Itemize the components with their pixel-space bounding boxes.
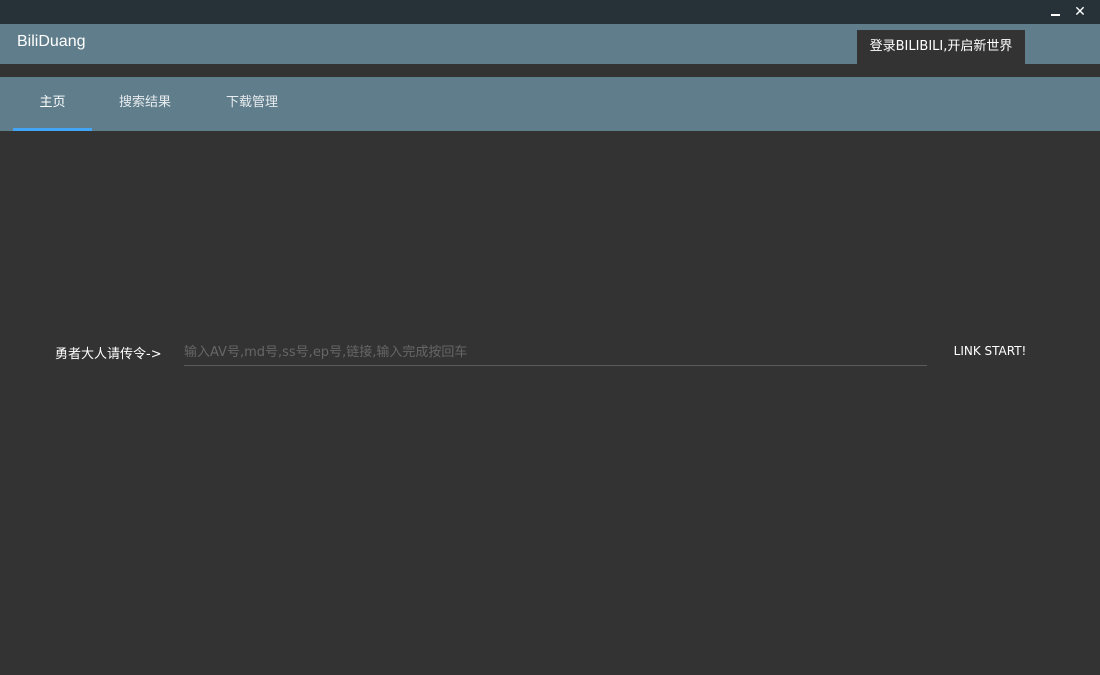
tab-download-manager[interactable]: 下载管理 — [212, 77, 292, 131]
home-panel: 勇者大人请传令-> LINK START! — [0, 131, 1100, 675]
window-titlebar: ✕ — [0, 0, 1100, 24]
minimize-button[interactable] — [1044, 0, 1068, 24]
command-input[interactable] — [184, 339, 927, 366]
app-title: BiliDuang — [17, 33, 86, 50]
link-start-button[interactable]: LINK START! — [942, 336, 1038, 366]
command-label: 勇者大人请传令-> — [55, 347, 162, 362]
tab-search-results[interactable]: 搜索结果 — [104, 77, 186, 131]
minimize-icon — [1051, 14, 1060, 16]
header-divider — [0, 64, 1100, 77]
close-icon: ✕ — [1074, 4, 1086, 20]
login-button[interactable]: 登录BILIBILI,开启新世界 — [857, 30, 1025, 64]
tab-bar: 主页 搜索结果 下载管理 — [0, 77, 1100, 131]
close-button[interactable]: ✕ — [1068, 0, 1092, 24]
tab-home[interactable]: 主页 — [13, 77, 92, 131]
app-header: BiliDuang 登录BILIBILI,开启新世界 — [0, 24, 1100, 64]
